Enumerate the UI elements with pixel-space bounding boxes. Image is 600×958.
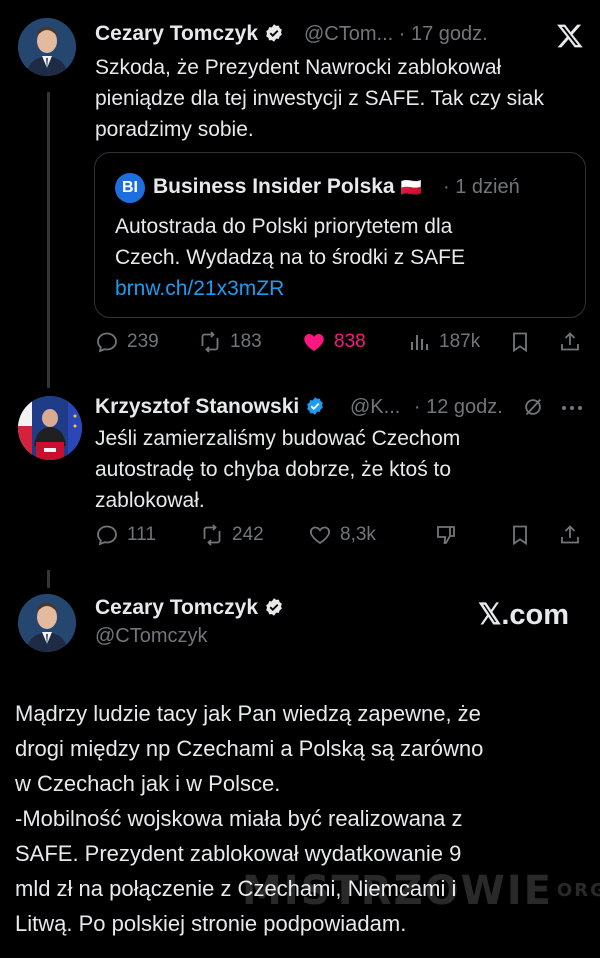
share-icon [561,332,579,351]
handle[interactable]: @CTom... [304,23,393,45]
bookmark-button[interactable] [508,523,532,547]
watermark: MISTRZOWIE ORG [242,868,600,914]
share-button[interactable] [558,330,582,354]
x-logo-icon[interactable] [556,22,584,50]
source-logo: BI [115,173,145,203]
verified-badge-icon [307,397,324,415]
quote-text: Autostrada do Polski priorytetem dla Cze… [115,211,575,304]
avatar[interactable] [18,18,76,76]
verified-badge-icon [266,598,282,616]
bookmark-icon [513,525,527,546]
repost-button[interactable]: 242 [200,523,264,547]
reply-icon [97,525,117,546]
quote-source-name: Business Insider Polska 🇵🇱 [153,175,422,198]
thread-line [47,570,50,588]
like-button[interactable]: 838 [302,330,366,354]
quoted-tweet[interactable]: BI Business Insider Polska 🇵🇱 · 1 dzień … [94,152,586,318]
repost-button[interactable]: 183 [198,330,262,354]
reply-button[interactable]: 239 [95,330,159,354]
tweet-text: Szkoda, że Prezydent Nawrocki zablokował… [95,56,544,141]
verified-badge-icon [266,24,282,42]
heart-filled-icon [304,334,324,351]
avatar[interactable] [18,396,82,460]
author-name[interactable]: Cezary Tomczyk [95,22,284,46]
quote-timestamp: · 1 dzień [443,176,520,198]
tweet-meta: @K... · 12 godz. [350,396,503,419]
author-name[interactable]: Cezary Tomczyk [95,596,284,620]
timestamp[interactable]: · 17 godz. [399,23,488,45]
handle[interactable]: @K... [350,396,400,418]
more-options-icon[interactable] [560,398,584,418]
share-button[interactable] [558,523,582,547]
repost-icon [203,524,221,546]
reply-icon [97,332,117,353]
views-icon [411,335,428,350]
tweet-text: Jeśli zamierzaliśmy budować Czechom auto… [95,427,461,512]
like-button[interactable]: 8,3k [308,523,376,547]
tweet-meta: @CTom... · 17 godz. [304,23,488,46]
reply-button[interactable]: 111 [95,523,156,547]
avatar[interactable] [18,594,76,652]
grok-icon[interactable] [522,396,544,418]
bookmark-button[interactable] [508,330,532,354]
thread-line [47,92,50,388]
repost-icon [201,331,219,353]
quote-link[interactable]: brnw.ch/21x3mZR [115,273,575,304]
thumbs-down-icon [437,526,455,544]
dislike-button[interactable] [434,523,458,547]
handle[interactable]: @CTomczyk [95,625,208,648]
heart-icon [309,526,331,545]
share-icon [561,525,579,544]
views-button[interactable]: 187k [407,330,480,354]
poland-flag-icon: 🇵🇱 [400,178,422,197]
author-name[interactable]: Krzysztof Stanowski [95,395,325,419]
timestamp[interactable]: · 12 godz. [414,396,503,418]
xcom-label: 𝕏.com [478,599,570,631]
bookmark-icon [513,332,527,353]
